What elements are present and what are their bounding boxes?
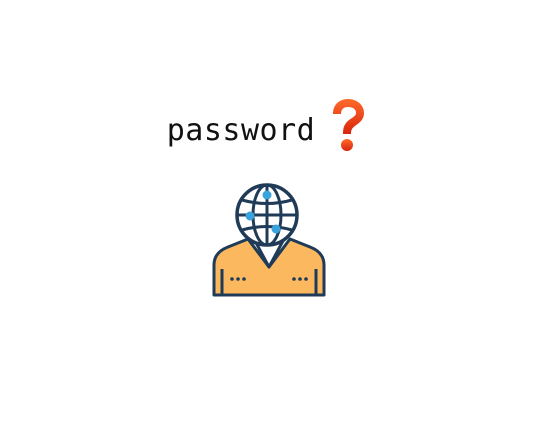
globe-head xyxy=(235,183,299,247)
jacket-shape xyxy=(212,237,326,297)
password-text: password xyxy=(166,112,316,148)
headline: password xyxy=(0,99,536,160)
question-mark-icon xyxy=(333,99,365,151)
globe-head-person-icon xyxy=(212,183,326,297)
